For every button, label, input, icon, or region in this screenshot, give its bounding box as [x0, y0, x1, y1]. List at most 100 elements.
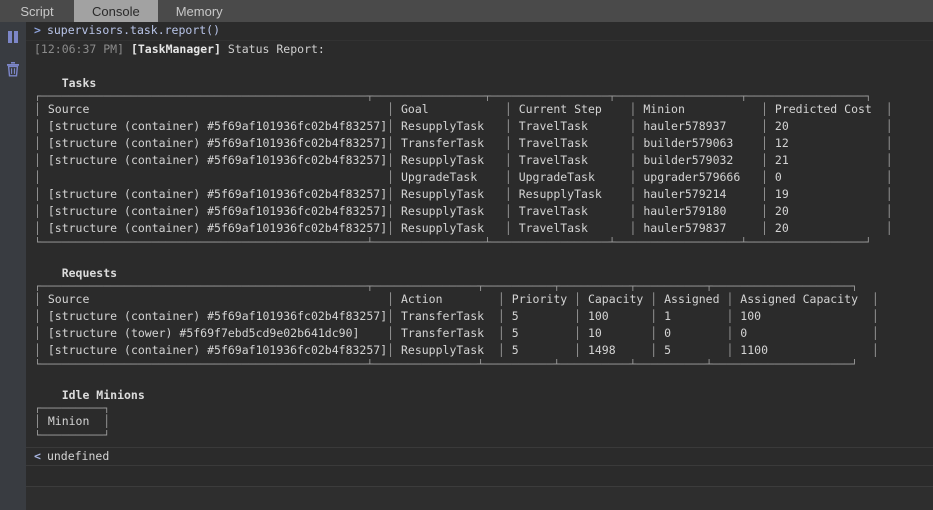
table-cell-divider: │ — [885, 221, 893, 235]
table-cell-divider: │ — [574, 343, 588, 357]
table-cell-divider: │ — [34, 309, 48, 323]
table-cell: [structure (container) #5f69af101936fc02… — [47, 221, 388, 235]
table-top-border: ┌───────────────────────────────────────… — [34, 92, 872, 101]
table-cell-divider: │ — [885, 102, 893, 116]
table-cell-divider: │ — [387, 170, 401, 184]
table-cell: TransferTask — [400, 309, 498, 323]
table-cell-divider: │ — [387, 292, 401, 306]
table-cell-divider: │ — [650, 292, 665, 306]
trash-icon[interactable] — [6, 62, 20, 77]
table-cell-divider: │ — [629, 187, 644, 201]
table-cell: 5 — [511, 309, 575, 323]
report-section: Requests ┌───────────────────────────────… — [26, 248, 933, 370]
table-cell-divider: │ — [885, 187, 893, 201]
table-cell: ResupplyTask — [400, 343, 498, 357]
table-cell: 10 — [587, 326, 651, 340]
table-cell-divider: │ — [34, 187, 48, 201]
table-cell: 5 — [511, 343, 575, 357]
table-cell-divider: │ — [726, 292, 741, 306]
console-command-line: > supervisors.task.report() — [26, 22, 933, 41]
table-column-header: Predicted Cost — [774, 102, 886, 116]
table-cell: 12 — [774, 136, 886, 150]
tab-memory-label: Memory — [175, 3, 223, 19]
table-cell-divider: │ — [504, 136, 519, 150]
table-cell-divider: │ — [387, 102, 401, 116]
table-cell-divider: │ — [650, 326, 665, 340]
console-panel: > supervisors.task.report() [12:06:37 PM]… — [26, 22, 933, 510]
table-cell-divider: │ — [34, 292, 48, 306]
table-cell-divider: │ — [629, 204, 644, 218]
table-cell-divider: │ — [871, 309, 879, 323]
table-header-row: │ Minion │ — [34, 413, 110, 430]
table-cell: 20 — [774, 221, 886, 235]
table-cell-divider: │ — [497, 326, 512, 340]
table-cell: 100 — [740, 309, 872, 323]
table-cell: builder579063 — [643, 136, 762, 150]
tab-script[interactable]: Script — [0, 0, 74, 22]
table-bottom-border: └───────────────────────────────────────… — [34, 359, 858, 370]
table-cell: TravelTask — [518, 136, 630, 150]
table-cell-divider: │ — [629, 153, 644, 167]
table-cell-divider: │ — [34, 326, 48, 340]
input-prompt-icon: > — [34, 23, 41, 37]
console-scroll-area[interactable]: > supervisors.task.report() [12:06:37 PM]… — [26, 22, 933, 486]
table-cell-divider: │ — [504, 187, 519, 201]
table-column-header: Assigned Capacity — [740, 292, 872, 306]
table-cell-divider: │ — [629, 136, 644, 150]
log-message: Status Report: — [227, 42, 325, 56]
table-cell: 19 — [774, 187, 886, 201]
tab-memory[interactable]: Memory — [158, 0, 241, 22]
table-row: │ [structure (container) #5f69af101936fc… — [34, 342, 879, 359]
section-title: Tasks — [34, 76, 97, 90]
table-cell-divider: │ — [504, 153, 519, 167]
table-top-border: ┌─────────┐ — [34, 404, 111, 413]
log-tag: [TaskManager] — [130, 42, 221, 56]
table-cell: 5 — [664, 343, 727, 357]
table-cell-divider: │ — [34, 136, 48, 150]
table-cell-divider: │ — [497, 309, 512, 323]
table-column-header: Capacity — [587, 292, 651, 306]
report-table: │ Source │ Action │ Priority │ Capacity … — [34, 291, 879, 359]
table-cell: [structure (container) #5f69af101936fc02… — [47, 119, 388, 133]
table-cell: [structure (tower) #5f69f7ebd5cd9e02b641… — [47, 326, 367, 340]
table-cell-divider: │ — [34, 221, 48, 235]
table-cell: ResupplyTask — [400, 119, 505, 133]
table-cell-divider: │ — [387, 204, 401, 218]
table-cell: 5 — [511, 326, 575, 340]
table-row: │ │ UpgradeTask │ UpgradeTask │ upgrader… — [34, 169, 893, 186]
table-bottom-border: └───────────────────────────────────────… — [34, 237, 872, 248]
table-cell: hauler579180 — [643, 204, 762, 218]
table-row: │ [structure (container) #5f69af101936fc… — [34, 220, 893, 237]
section-title: Requests — [34, 266, 118, 280]
table-cell: 21 — [774, 153, 886, 167]
table-cell: upgrader579666 — [643, 170, 762, 184]
table-cell-divider: │ — [650, 309, 665, 323]
table-cell-divider: │ — [574, 326, 588, 340]
table-cell: TransferTask — [400, 136, 505, 150]
pause-icon[interactable] — [6, 30, 20, 44]
console-output-line: < undefined — [26, 447, 933, 466]
console-input-row[interactable] — [26, 486, 933, 510]
table-cell: builder579032 — [643, 153, 762, 167]
table-cell: TravelTask — [518, 204, 630, 218]
table-cell: UpgradeTask — [518, 170, 630, 184]
table-top-border: ┌───────────────────────────────────────… — [34, 282, 858, 291]
table-cell: 20 — [774, 119, 886, 133]
tab-console[interactable]: Console — [74, 0, 158, 22]
table-cell-divider: │ — [885, 204, 893, 218]
table-cell: ResupplyTask — [400, 221, 505, 235]
table-cell-divider: │ — [761, 153, 775, 167]
table-column-header: Minion — [47, 414, 104, 428]
table-header-row: │ Source │ Action │ Priority │ Capacity … — [34, 291, 879, 308]
table-cell: [structure (container) #5f69af101936fc02… — [47, 153, 388, 167]
table-column-header: Minion — [643, 102, 762, 116]
table-cell-divider: │ — [761, 221, 775, 235]
table-cell-divider: │ — [761, 102, 775, 116]
table-row: │ [structure (container) #5f69af101936fc… — [34, 186, 893, 203]
table-cell-divider: │ — [387, 326, 401, 340]
table-cell-divider: │ — [34, 204, 48, 218]
table-cell-divider: │ — [726, 343, 741, 357]
table-cell-divider: │ — [885, 153, 893, 167]
table-cell: UpgradeTask — [400, 170, 505, 184]
